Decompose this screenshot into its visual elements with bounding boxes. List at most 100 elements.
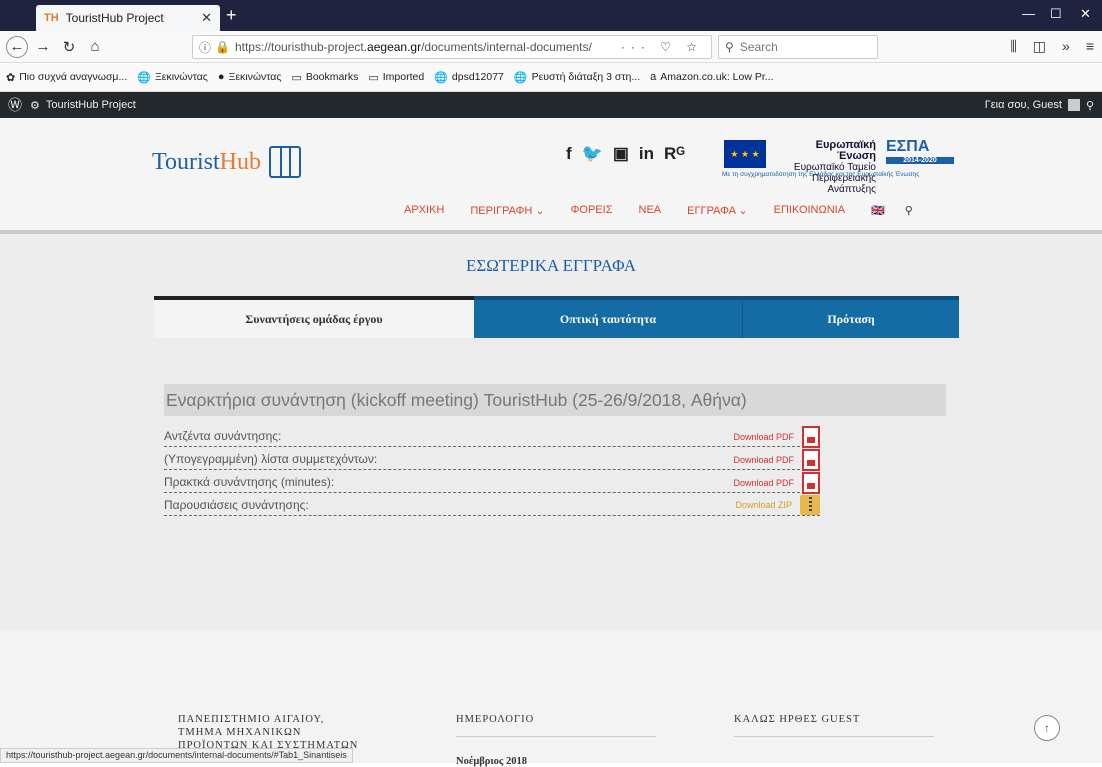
twitter-icon[interactable]: 🐦 xyxy=(582,144,603,164)
site-header: TouristHub f 🐦 ▣ in Rᴳ ★ ★ ★ Ευρωπαϊκή Έ… xyxy=(0,118,1102,234)
wp-admin-bar: Ⓦ ⚙ TouristHub Project Γεια σου, Guest ⚲ xyxy=(0,92,1102,118)
tab-panel: Εναρκτήρια συνάντηση (kickoff meeting) T… xyxy=(154,338,959,614)
social-links: f 🐦 ▣ in Rᴳ xyxy=(566,144,685,164)
search-icon[interactable]: ⚲ xyxy=(1086,99,1094,112)
back-button[interactable]: ← xyxy=(6,35,28,58)
eu-flag-icon: ★ ★ ★ xyxy=(724,140,766,168)
document-row: Πρακτκά συνάντησης (minutes): Download P… xyxy=(164,472,820,494)
youtube-icon[interactable]: ▣ xyxy=(613,144,629,164)
bookmark-item[interactable]: ● Ξεκινώντας xyxy=(218,71,282,83)
main-content: ΕΣΩΤΕΡΙΚΑ ΕΓΓΡΑΦΑ Συναντήσεις ομάδας έργ… xyxy=(0,234,1102,630)
firefox-icon: ● xyxy=(217,71,225,83)
search-bar[interactable]: ⚲ Search xyxy=(718,35,878,59)
bookmark-item[interactable]: ▭ Bookmarks xyxy=(291,71,358,84)
tab-visual-identity[interactable]: Οπτική ταυτότητα xyxy=(474,296,742,338)
menu-item-partners[interactable]: ΦΟΡΕΙΣ xyxy=(571,204,613,217)
bookmark-item[interactable]: 🌐 Ρευστή διάταξη 3 στη... xyxy=(514,71,640,84)
url-host: aegean.gr xyxy=(367,40,422,54)
back-to-top-button[interactable]: ↑ xyxy=(1034,715,1060,741)
overflow-icon[interactable]: » xyxy=(1062,38,1070,55)
tab-meetings[interactable]: Συναντήσεις ομάδας έργου xyxy=(154,296,474,338)
lock-icon: 🔒 xyxy=(215,40,230,54)
toolbar-right: ⫼ ◫ » ≡ xyxy=(1010,38,1094,55)
gear-icon: ✿ xyxy=(6,71,16,84)
folder-icon: ▭ xyxy=(368,71,379,84)
wordpress-icon[interactable]: Ⓦ xyxy=(0,95,30,115)
browser-titlebar: TH TouristHub Project ✕ + — ☐ ✕ xyxy=(0,0,1102,31)
pdf-icon xyxy=(802,472,820,494)
site-logo[interactable]: TouristHub xyxy=(152,146,301,178)
footer-col-welcome: ΚΑΛΩΣ ΗΡΘΕΣ GUEST xyxy=(734,713,934,737)
minimize-icon[interactable]: — xyxy=(1022,6,1035,21)
globe-icon: 🌐 xyxy=(434,71,448,84)
info-icon[interactable]: ⓘ xyxy=(199,39,211,56)
download-zip-link[interactable]: Download ZIP xyxy=(735,495,820,515)
bookmark-item[interactable]: ✿ Πιο συχνά αναγνωσμ... xyxy=(6,71,127,84)
bookmark-item[interactable]: 🌐 Ξεκινώντας xyxy=(137,71,208,84)
page-title: ΕΣΩΤΕΡΙΚΑ ΕΓΓΡΑΦΑ xyxy=(465,256,637,275)
new-tab-button[interactable]: + xyxy=(226,5,237,26)
folder-icon: ▭ xyxy=(291,71,302,84)
document-row: Παρουσιάσεις συνάντησης: Download ZIP xyxy=(164,495,820,516)
menu-item-description[interactable]: ΠΕΡΙΓΡΑΦΗ ⌄ xyxy=(470,204,544,217)
forward-button[interactable]: → xyxy=(32,36,54,58)
footer-divider xyxy=(456,736,656,737)
home-button[interactable]: ⌂ xyxy=(84,36,106,58)
document-row: (Υπογεγραμμένη) λίστα συμμετεχόντων: Dow… xyxy=(164,449,820,471)
bookmark-item[interactable]: ▭ Imported xyxy=(368,71,424,84)
browser-tab[interactable]: TH TouristHub Project ✕ xyxy=(36,5,220,31)
pdf-icon xyxy=(802,426,820,448)
url-path: /documents/internal-documents/ xyxy=(421,40,592,54)
download-pdf-link[interactable]: Download PDF xyxy=(733,426,820,448)
maximize-icon[interactable]: ☐ xyxy=(1050,6,1062,22)
espa-logo: ΕΣΠΑ 2014-2020 xyxy=(886,138,954,164)
dashboard-icon: ⚙ xyxy=(30,99,40,112)
menu-item-news[interactable]: ΝΕΑ xyxy=(639,204,662,217)
status-bar-url: https://touristhub-project.aegean.gr/doc… xyxy=(0,748,353,763)
menu-icon[interactable]: ≡ xyxy=(1086,38,1094,55)
zip-icon xyxy=(800,495,820,515)
close-window-icon[interactable]: ✕ xyxy=(1080,6,1091,22)
site-favicon-icon: TH xyxy=(44,12,59,24)
tab-title: TouristHub Project xyxy=(65,11,164,25)
search-icon[interactable]: ⚲ xyxy=(905,204,913,217)
close-tab-icon[interactable]: ✕ xyxy=(201,10,212,26)
linkedin-icon[interactable]: in xyxy=(639,144,654,164)
reload-button[interactable]: ↻ xyxy=(58,36,80,58)
eu-subtitle: Με τη συγχρηματοδότηση της Ελλάδας και τ… xyxy=(722,171,920,178)
footer-col-university: ΠΑΝΕΠΙΣΤΗΜΙΟ ΑΙΓΑΙΟΥ, ΤΜΗΜΑ ΜΗΧΑΝΙΚΩΝ ΠΡ… xyxy=(178,714,359,751)
document-row: Αντζέντα συνάντησης: Download PDF xyxy=(164,426,820,448)
search-placeholder: Search xyxy=(739,40,778,54)
globe-icon: 🌐 xyxy=(137,71,151,84)
uk-flag-icon[interactable]: 🇬🇧 xyxy=(871,204,885,217)
download-pdf-link[interactable]: Download PDF xyxy=(733,449,820,471)
library-icon[interactable]: ⫼ xyxy=(1010,38,1016,55)
admin-site-link[interactable]: ⚙ TouristHub Project xyxy=(30,99,136,112)
menu-item-home[interactable]: ΑΡΧΙΚΗ xyxy=(404,204,444,217)
menu-item-contact[interactable]: ΕΠΙΚΟΙΝΩΝΙΑ xyxy=(774,204,845,217)
footer-col-calendar: ΗΜΕΡΟΛΟΓΙΟ xyxy=(456,713,656,737)
site-footer: ΠΑΝΕΠΙΣΤΗΜΙΟ ΑΙΓΑΙΟΥ, ΤΜΗΜΑ ΜΗΧΑΝΙΚΩΝ ΠΡ… xyxy=(0,630,1102,767)
researchgate-icon[interactable]: Rᴳ xyxy=(664,144,685,164)
bookmark-item[interactable]: 🌐 dpsd12077 xyxy=(434,71,504,84)
download-pdf-link[interactable]: Download PDF xyxy=(733,472,820,494)
amazon-icon: a xyxy=(650,71,657,83)
admin-user-menu[interactable]: Γεια σου, Guest ⚲ xyxy=(985,99,1094,112)
bookmarks-bar: ✿ Πιο συχνά αναγνωσμ... 🌐 Ξεκινώντας ● Ξεκι… xyxy=(0,63,1102,92)
eu-fund-text: Ευρωπαϊκή Ένωση Ευρωπαϊκό Ταμείο Περιφερ… xyxy=(793,139,876,196)
tab-proposal[interactable]: Πρόταση xyxy=(742,296,959,338)
page-actions-icons[interactable]: ··· ♡ ☆ xyxy=(621,40,703,54)
url-bar[interactable]: ⓘ 🔒 https://touristhub-project. aegean.gr… xyxy=(192,35,712,59)
document-tabs: Συναντήσεις ομάδας έργου Οπτική ταυτότητ… xyxy=(154,296,959,338)
bookmark-item[interactable]: a Amazon.co.uk: Low Pr... xyxy=(650,71,773,83)
search-icon: ⚲ xyxy=(725,40,734,54)
calendar-month: Νοέμβριος 2018 xyxy=(456,756,527,767)
facebook-icon[interactable]: f xyxy=(566,144,572,164)
main-menu: ΑΡΧΙΚΗ ΠΕΡΙΓΡΑΦΗ ⌄ ΦΟΡΕΙΣ ΝΕΑ ΕΓΓΡΑΦΑ ⌄ … xyxy=(404,204,913,217)
menu-item-documents[interactable]: ΕΓΓΡΑΦΑ ⌄ xyxy=(687,204,747,217)
globe-icon: 🌐 xyxy=(513,71,528,84)
sidebar-icon[interactable]: ◫ xyxy=(1033,38,1046,55)
avatar xyxy=(1067,99,1080,111)
meeting-title: Εναρκτήρια συνάντηση (kickoff meeting) T… xyxy=(164,384,946,416)
browser-navbar: ← → ↻ ⌂ ⓘ 🔒 https://touristhub-project. a… xyxy=(0,31,1102,63)
